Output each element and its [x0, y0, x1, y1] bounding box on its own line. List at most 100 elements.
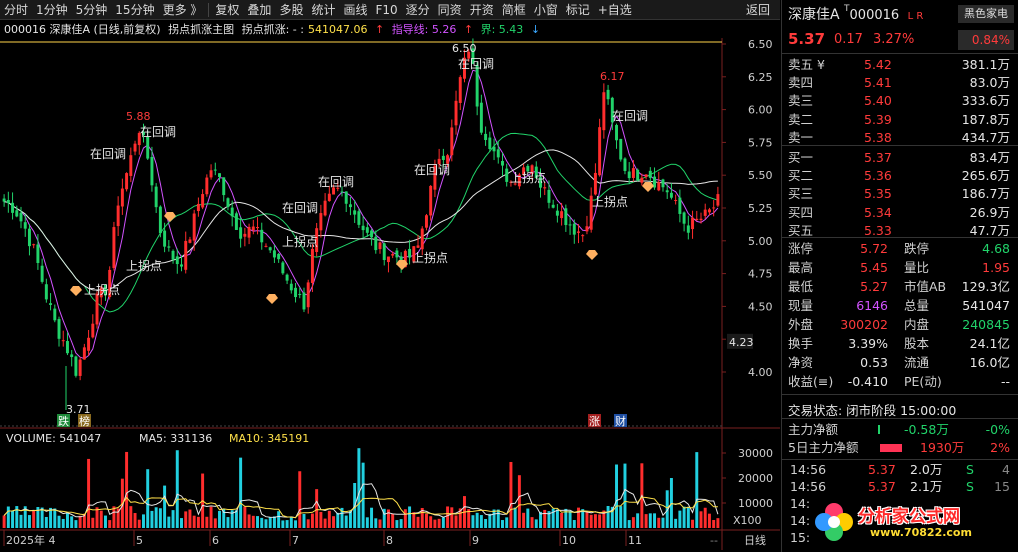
candle-body: [163, 230, 167, 247]
candle-body: [707, 209, 711, 213]
candle-body: [260, 229, 264, 243]
volume-bar: [631, 517, 635, 528]
draw-line-button[interactable]: 画线: [339, 0, 371, 20]
order-volume: 381.1万: [961, 57, 1010, 72]
stat-value: 5.72: [860, 241, 888, 256]
order-volume: 265.6万: [961, 168, 1010, 184]
volume-bar: [543, 509, 547, 528]
volume-bar: [475, 512, 479, 528]
retrace-annotation: 在回调: [612, 109, 648, 123]
candle-body: [310, 248, 314, 283]
indicator-name[interactable]: 拐点抓涨主图: [168, 23, 234, 36]
candle-body: [327, 193, 331, 202]
candle-body: [340, 191, 344, 193]
turn-up-annotation: 上拐点: [282, 234, 318, 249]
gem-signal-icon: [586, 250, 598, 260]
candle-body: [416, 245, 420, 248]
ask-row[interactable]: 卖四 5.41 83.0万: [782, 74, 1018, 91]
candle-body: [65, 341, 69, 354]
volume-bar: [408, 506, 412, 528]
candle-body: [555, 210, 559, 216]
volume-bar: [323, 518, 327, 528]
same-capital-button[interactable]: 同资: [434, 0, 466, 20]
main-flow-bar: [878, 425, 880, 434]
bid-row[interactable]: 买四 5.34 26.9万: [782, 204, 1018, 221]
tab-minute[interactable]: 分时: [0, 0, 32, 20]
bid-row[interactable]: 买一 5.37 83.4万: [782, 149, 1018, 166]
candle-body: [581, 235, 585, 237]
mark-button[interactable]: 标记: [562, 0, 594, 20]
stat-value: 1.95: [982, 260, 1010, 275]
candle-body: [484, 133, 488, 141]
back-button[interactable]: 返回: [742, 0, 780, 20]
small-window-button[interactable]: 小窗: [530, 0, 562, 20]
multi-stock-button[interactable]: 多股: [275, 0, 307, 20]
date-axis-label: 2025年 4: [6, 533, 56, 547]
candle-body: [251, 226, 255, 231]
volume-bar: [598, 514, 602, 528]
price-axis-label: 4.75: [748, 268, 773, 281]
order-level-label: 买三: [788, 186, 814, 202]
candle-body: [598, 127, 602, 176]
tick-time: 14:: [790, 496, 811, 511]
volume-bar: [378, 519, 382, 528]
price-change-pct: 3.27%: [873, 32, 915, 47]
candle-body: [32, 244, 36, 246]
volume-bar: [2, 515, 6, 528]
candle-body: [669, 192, 673, 198]
ask-row[interactable]: 卖二 5.39 187.8万: [782, 111, 1018, 128]
tab-15min[interactable]: 15分钟: [111, 0, 158, 20]
order-price: 5.41: [864, 75, 892, 91]
overlay-button[interactable]: 叠加: [243, 0, 275, 20]
ask-row[interactable]: 卖五 ¥ 5.42 381.1万: [782, 56, 1018, 73]
candle-body: [454, 100, 458, 126]
volume-bar: [78, 515, 82, 528]
volume-bar: [205, 516, 209, 528]
volume-bar: [281, 520, 285, 528]
volume-bar: [239, 457, 243, 528]
simple-frame-button[interactable]: 简框: [498, 0, 530, 20]
candle-body: [74, 356, 78, 376]
stat-label: 跌停: [904, 241, 930, 256]
volume-bar: [150, 510, 154, 528]
kline-chart[interactable]: 6.50 6.25 6.00 5.75 5.50 5.25 5.00 4.75 4.50 4.00…: [0, 38, 780, 550]
adjust-button[interactable]: 复权: [211, 0, 243, 20]
tab-5min[interactable]: 5分钟: [72, 0, 112, 20]
tick-count: 4: [1002, 462, 1010, 477]
retrace-annotation: 在回调: [90, 147, 126, 161]
sector-badge[interactable]: 黑色家电: [958, 5, 1014, 23]
tab-more[interactable]: 更多 》: [159, 0, 207, 20]
candle-body: [365, 227, 369, 233]
add-watchlist-button[interactable]: +自选: [594, 0, 636, 20]
tick-price: 5.37: [868, 462, 896, 477]
volume-bar: [361, 462, 365, 528]
candle-body: [636, 169, 640, 181]
candle-body: [184, 240, 188, 270]
gem-signal-icon: [70, 286, 82, 296]
per-minute-button[interactable]: 逐分: [402, 0, 434, 20]
volume-bar: [218, 510, 221, 528]
stat-label: 量比: [904, 260, 930, 275]
candle-body: [560, 211, 564, 219]
candle-body: [281, 262, 285, 274]
gem-signal-icon: [266, 294, 278, 304]
volume-bar: [184, 511, 188, 528]
volume-bar: [163, 485, 167, 528]
divider: [782, 418, 1018, 419]
open-capital-button[interactable]: 开资: [466, 0, 498, 20]
tick-volume: 2.1万: [910, 479, 943, 494]
ask-row[interactable]: 卖一 5.38 434.7万: [782, 129, 1018, 146]
bid-row[interactable]: 买二 5.36 265.6万: [782, 167, 1018, 184]
stat-value: 240845: [962, 317, 1010, 332]
f10-button[interactable]: F10: [371, 0, 401, 20]
retrace-annotation: 在回调: [414, 163, 450, 177]
site-watermark: 分析家公式网 www.70822.com: [812, 500, 1012, 544]
tab-1min[interactable]: 1分钟: [32, 0, 72, 20]
price-axis-label: 5.00: [748, 235, 773, 248]
candle-body: [239, 227, 243, 239]
bid-row[interactable]: 买三 5.35 186.7万: [782, 185, 1018, 202]
candle-body: [644, 174, 648, 178]
volume-bar: [513, 507, 517, 528]
stats-button[interactable]: 统计: [307, 0, 339, 20]
ask-row[interactable]: 卖三 5.40 333.6万: [782, 92, 1018, 109]
